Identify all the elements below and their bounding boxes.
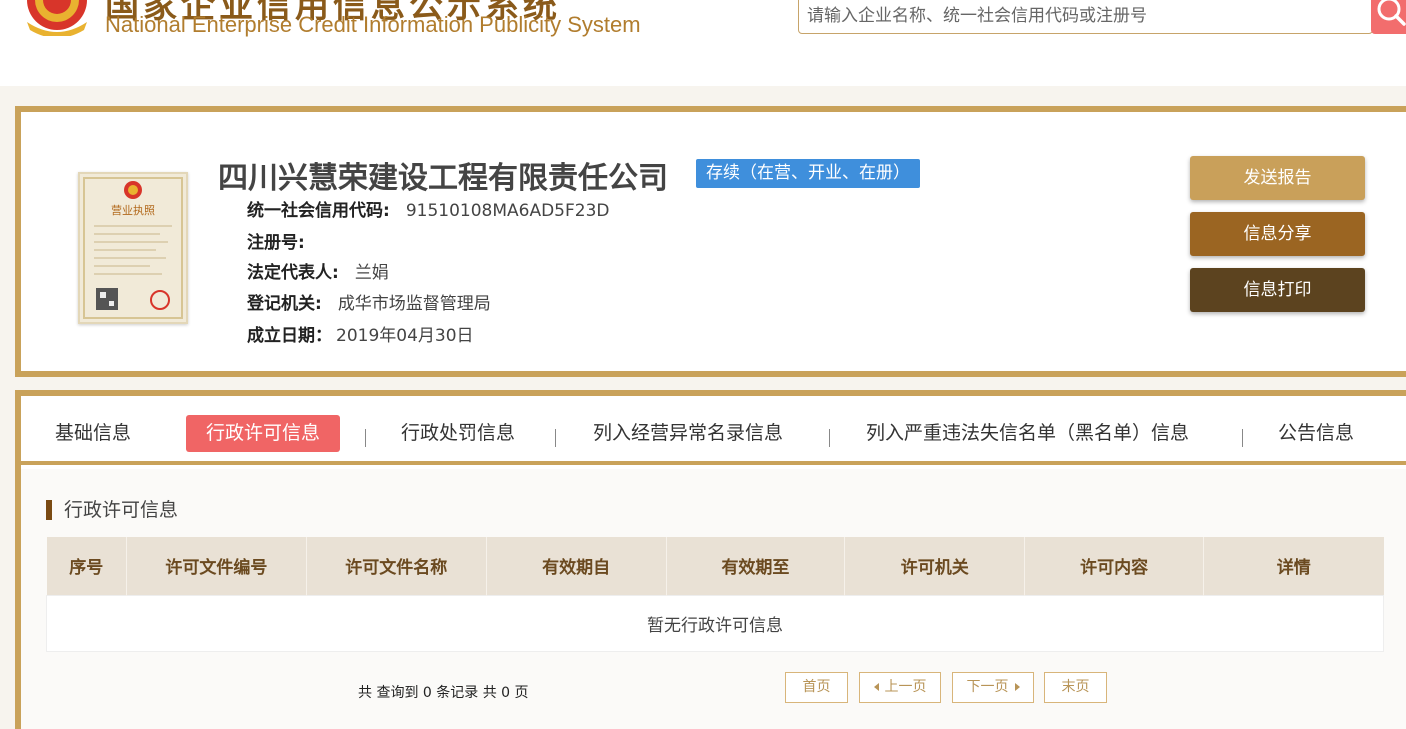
next-page-label: 下一页 [966,679,1009,695]
print-info-button[interactable]: 信息打印 [1190,268,1365,312]
column-header: 序号 [46,537,127,595]
send-report-button[interactable]: 发送报告 [1190,156,1365,200]
tab-bar: 基础信息 行政许可信息 行政处罚信息 列入经营异常名录信息 列入严重违法失信名单… [21,396,1406,465]
tab-admin-penalty[interactable]: 行政处罚信息 [401,415,515,452]
first-page-label: 首页 [802,679,831,695]
search-input[interactable] [807,3,1357,29]
last-page-label: 末页 [1061,679,1090,695]
column-header: 有效期至 [666,537,846,595]
field-value: 兰娟 [354,263,389,283]
business-license-image: 营业执照 [78,172,188,324]
field-label: 登记机关: [247,294,322,314]
first-page-button[interactable]: 首页 [785,672,848,703]
tab-blacklist[interactable]: 列入严重违法失信名单（黑名单）信息 [866,415,1189,452]
share-info-button[interactable]: 信息分享 [1190,212,1365,256]
pager-summary: 共 查询到 0 条记录 共 0 页 [358,685,529,701]
column-header: 有效期自 [486,537,667,595]
company-card: 营业执照 四川兴慧荣建设工程有限责任公司 存续（在营、开业、在册） 统一社会信用… [15,106,1406,377]
tab-separator [365,429,366,447]
tab-abnormal-operation[interactable]: 列入经营异常名录信息 [593,415,783,452]
column-header: 许可机关 [844,537,1026,595]
empty-message: 暂无行政许可信息 [46,594,1384,652]
license-table: 序号 许可文件编号 许可文件名称 有效期自 有效期至 许可机关 许可内容 详情 … [46,537,1384,652]
search-icon [1377,0,1406,26]
tab-announcement[interactable]: 公告信息 [1278,415,1354,452]
tab-content: 行政许可信息 序号 许可文件编号 许可文件名称 有效期自 有效期至 许可机关 许… [21,469,1406,729]
license-thumbnail-icon: 营业执照 [83,177,183,319]
field-value: 成华市场监督管理局 [337,294,491,314]
field-legal-representative: 法定代表人: 兰娟 [247,261,389,285]
site-title-en: National Enterprise Credit Information P… [105,12,641,37]
national-emblem-icon [27,0,87,36]
section-title: 行政许可信息 [46,500,178,520]
column-header: 详情 [1203,537,1384,595]
column-header: 许可内容 [1024,537,1205,595]
tab-separator [555,429,556,447]
field-label: 成立日期： [247,326,332,346]
prev-page-button[interactable]: 上一页 [859,672,941,703]
info-panel: 基础信息 行政许可信息 行政处罚信息 列入经营异常名录信息 列入严重违法失信名单… [15,390,1406,729]
search-box [798,0,1373,34]
site-header: 国家企业信用信息公示系统 National Enterprise Credit … [0,0,1406,86]
status-badge: 存续（在营、开业、在册） [696,159,920,188]
table-row: 暂无行政许可信息 [46,594,1384,652]
field-credit-code: 统一社会信用代码: 91510108MA6AD5F23D [247,199,610,223]
svg-text:营业执照: 营业执照 [111,203,155,217]
tab-basic-info[interactable]: 基础信息 [55,415,131,452]
field-registration-number: 注册号: [247,231,321,255]
arrow-left-icon [873,683,879,691]
table-header-row: 序号 许可文件编号 许可文件名称 有效期自 有效期至 许可机关 许可内容 详情 [46,537,1384,595]
field-label: 注册号: [247,233,305,253]
company-name: 四川兴慧荣建设工程有限责任公司 [218,161,668,196]
column-header: 许可文件编号 [126,537,307,595]
last-page-button[interactable]: 末页 [1044,672,1107,703]
field-registration-authority: 登记机关: 成华市场监督管理局 [247,292,491,316]
field-value: 2019年04月30日 [336,326,474,346]
arrow-right-icon [1014,683,1020,691]
tab-separator [829,429,830,447]
field-label: 统一社会信用代码: [247,201,390,221]
field-establishment-date: 成立日期： 2019年04月30日 [247,324,474,348]
next-page-button[interactable]: 下一页 [952,672,1034,703]
tab-separator [1242,429,1243,447]
column-header: 许可文件名称 [306,537,487,595]
field-label: 法定代表人: [247,263,339,283]
field-value: 91510108MA6AD5F23D [405,201,610,221]
search-button[interactable] [1371,0,1406,34]
prev-page-label: 上一页 [884,679,927,695]
tab-admin-license[interactable]: 行政许可信息 [186,415,341,452]
